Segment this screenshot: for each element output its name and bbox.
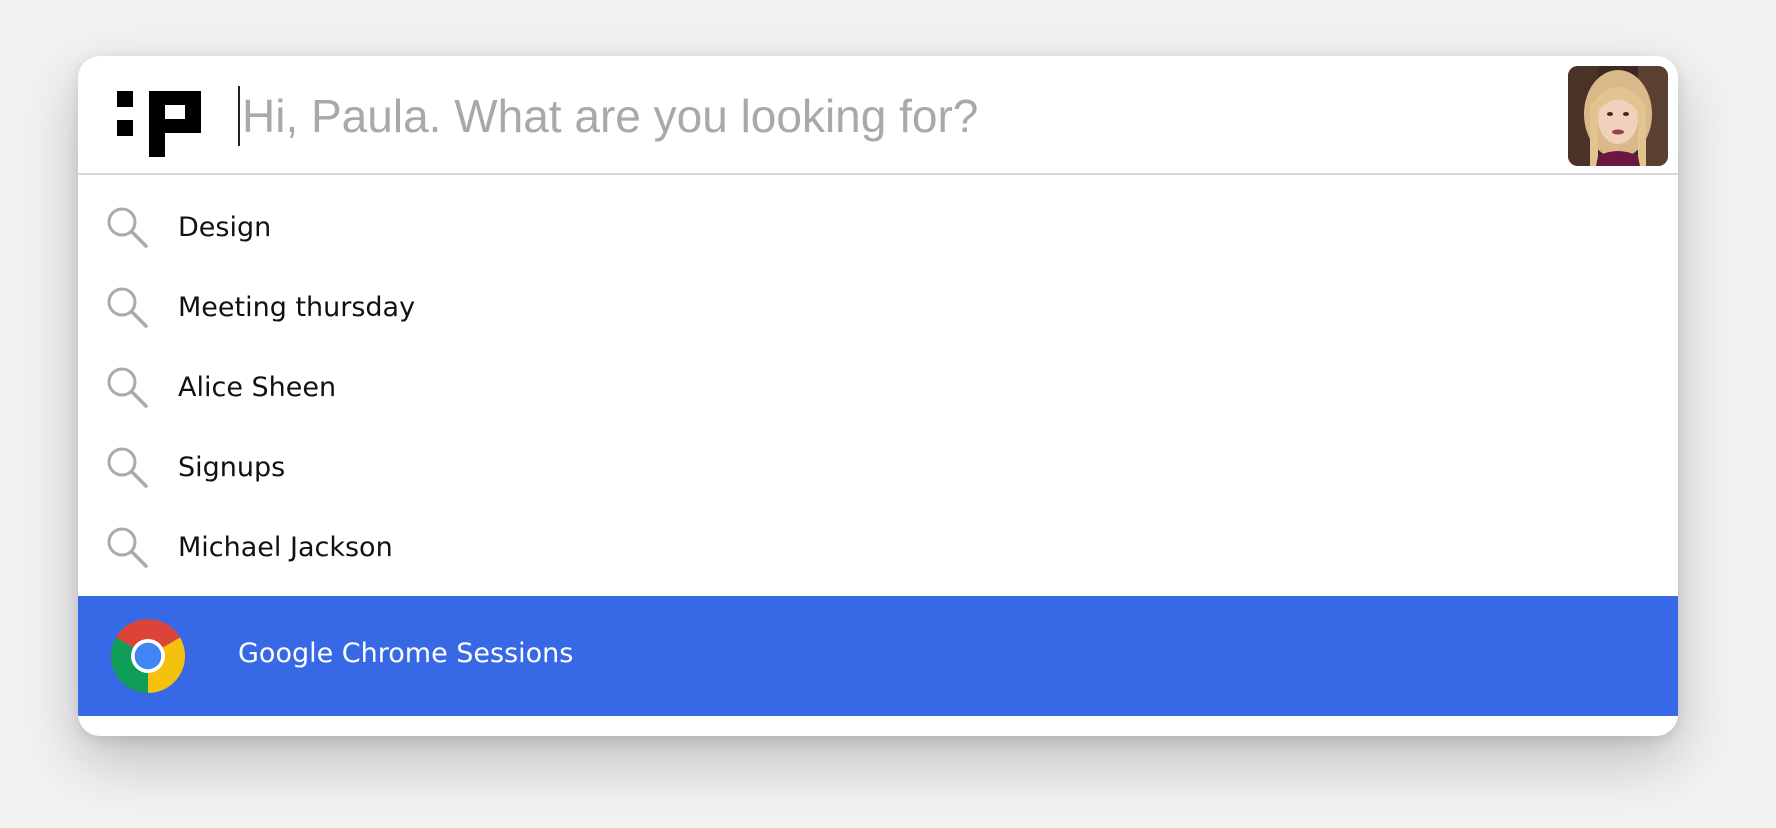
list-item[interactable]: Meeting thursday bbox=[78, 267, 1678, 347]
search-icon bbox=[105, 445, 149, 489]
list-item[interactable]: Signups bbox=[78, 427, 1678, 507]
search-icon bbox=[105, 365, 149, 409]
suggestion-label: Design bbox=[178, 211, 272, 243]
chrome-icon bbox=[111, 619, 185, 693]
list-item[interactable]: Michael Jackson bbox=[78, 507, 1678, 587]
search-icon bbox=[105, 525, 149, 569]
search-icon bbox=[105, 285, 149, 329]
result-google-chrome-sessions[interactable]: Google Chrome Sessions bbox=[78, 596, 1678, 716]
user-avatar[interactable] bbox=[1568, 66, 1668, 166]
suggestion-list: Design Meeting thursday Alice Sheen Sign… bbox=[78, 187, 1678, 587]
suggestion-label: Signups bbox=[178, 451, 286, 483]
launcher-window: Design Meeting thursday Alice Sheen bbox=[78, 56, 1678, 736]
list-item[interactable]: Alice Sheen bbox=[78, 347, 1678, 427]
list-item[interactable]: Design bbox=[78, 187, 1678, 267]
app-logo-icon bbox=[117, 91, 201, 157]
search-icon bbox=[105, 205, 149, 249]
suggestion-label: Alice Sheen bbox=[178, 371, 337, 403]
search-bar bbox=[78, 56, 1678, 175]
result-label: Google Chrome Sessions bbox=[238, 638, 574, 669]
search-input[interactable] bbox=[238, 86, 1492, 146]
suggestion-label: Meeting thursday bbox=[178, 291, 416, 323]
suggestion-label: Michael Jackson bbox=[178, 531, 393, 563]
